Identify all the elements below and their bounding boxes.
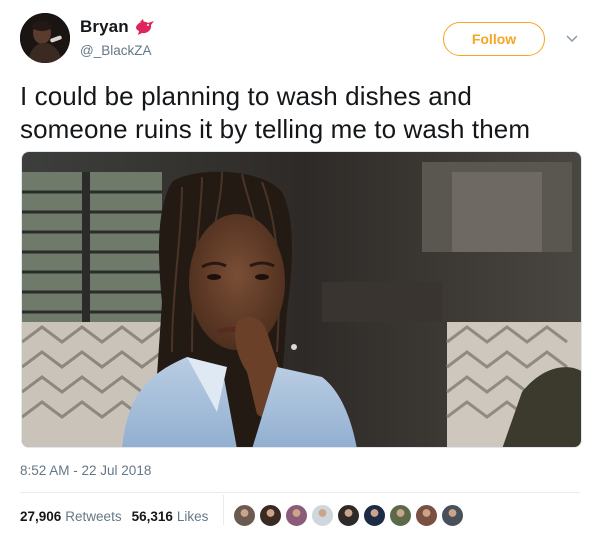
red-bird-icon xyxy=(135,19,154,35)
liker-avatar[interactable] xyxy=(337,504,360,527)
user-name-row: Bryan xyxy=(80,17,156,37)
liker-avatar[interactable] xyxy=(441,504,464,527)
liker-avatar[interactable] xyxy=(311,504,334,527)
liker-avatar[interactable] xyxy=(389,504,412,527)
like-label[interactable]: Likes xyxy=(177,509,209,524)
liker-avatar[interactable] xyxy=(363,504,386,527)
engagement-stats: 27,906 Retweets 56,316 Likes xyxy=(20,509,208,524)
liker-avatar[interactable] xyxy=(285,504,308,527)
tweet-text: I could be planning to wash dishes and s… xyxy=(20,81,531,144)
chevron-down-icon[interactable] xyxy=(565,34,579,44)
like-count[interactable]: 56,316 xyxy=(132,509,173,524)
retweet-count[interactable]: 27,906 xyxy=(20,509,61,524)
follow-button[interactable]: Follow xyxy=(443,22,545,56)
liker-avatar[interactable] xyxy=(415,504,438,527)
tweet-media-image[interactable] xyxy=(21,151,582,448)
divider xyxy=(20,492,580,493)
display-name[interactable]: Bryan xyxy=(80,17,129,37)
user-handle[interactable]: @_BlackZA xyxy=(80,43,151,58)
stats-separator xyxy=(223,495,224,525)
liker-avatar[interactable] xyxy=(233,504,256,527)
tweet-timestamp[interactable]: 8:52 AM - 22 Jul 2018 xyxy=(20,463,151,478)
tweet-card: Bryan @_BlackZA Follow I could be planni… xyxy=(0,0,599,534)
avatar[interactable] xyxy=(20,13,70,63)
liker-avatars xyxy=(233,504,467,527)
liker-avatar[interactable] xyxy=(259,504,282,527)
retweet-label[interactable]: Retweets xyxy=(65,509,121,524)
